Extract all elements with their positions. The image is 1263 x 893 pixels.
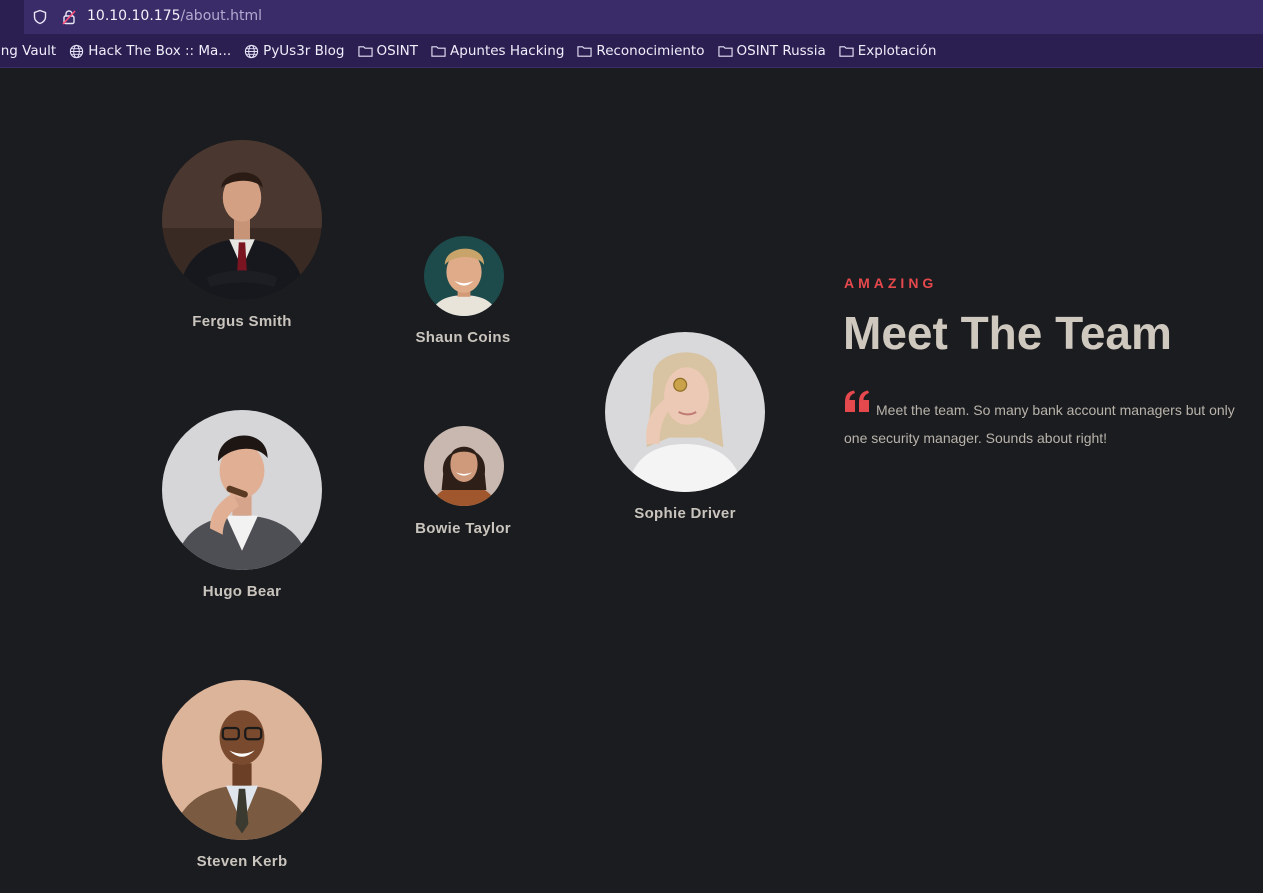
lock-warning-icon[interactable] (61, 9, 77, 25)
bookmark-label: Explotación (857, 43, 937, 59)
section-quote: Meet the team. So many bank account mana… (844, 402, 1235, 446)
section-title: Meet The Team (843, 307, 1172, 359)
folder-icon (717, 46, 733, 57)
team-member-name: Hugo Bear (202, 583, 282, 600)
folder-icon (431, 46, 446, 57)
bookmarks-toolbar: ing Vault Hack The Box :: Ma... PyUs3r B… (0, 38, 1263, 64)
team-member-name: Shaun Coins (415, 329, 511, 346)
folder-icon (577, 46, 593, 57)
bookmark-label: OSINT (376, 43, 419, 59)
url-host: 10.10.10.175 (87, 8, 181, 24)
bookmark-folder[interactable]: Apuntes Hacking (431, 43, 564, 59)
team-member-photo-bowie (424, 426, 504, 506)
bookmark-label: ing Vault (0, 43, 57, 59)
person-photo (605, 332, 765, 492)
globe-icon (70, 44, 84, 58)
bookmark-folder[interactable]: OSINT (357, 43, 419, 59)
bookmark-item[interactable]: Hack The Box :: Ma... (69, 43, 231, 59)
bookmark-folder[interactable]: Explotación (839, 43, 937, 59)
team-member-name: Steven Kerb (196, 853, 288, 870)
bookmark-label: Hack The Box :: Ma... (88, 43, 232, 59)
bookmark-item[interactable]: PyUs3r Blog (244, 43, 345, 59)
team-member-name: Fergus Smith (192, 313, 292, 330)
folder-icon (839, 46, 854, 57)
team-member-name: Bowie Taylor (415, 520, 511, 537)
folder-icon (357, 46, 373, 57)
person-photo (162, 680, 322, 840)
person-photo (424, 236, 504, 316)
team-member-photo-shaun (424, 236, 504, 316)
team-member-photo-steven (162, 680, 322, 840)
globe-icon (245, 44, 259, 58)
bookmark-label: Apuntes Hacking (450, 43, 565, 59)
browser-chrome: 10.10.10.175/about.html ing Vault Hack T… (0, 0, 1263, 68)
bookmark-label: OSINT Russia (736, 43, 826, 59)
section-eyebrow: AMAZING (844, 275, 938, 291)
person-photo (162, 410, 322, 570)
person-photo (162, 140, 322, 300)
team-member-photo-hugo (162, 410, 322, 570)
url-text[interactable]: 10.10.10.175/about.html (87, 8, 262, 24)
url-path: /about.html (180, 8, 262, 24)
team-member-name: Sophie Driver (634, 505, 736, 522)
bookmark-label: PyUs3r Blog (263, 43, 345, 59)
bookmark-item[interactable]: ing Vault (0, 43, 56, 59)
bookmark-folder[interactable]: Reconocimiento (577, 43, 705, 59)
bookmark-label: Reconocimiento (596, 43, 705, 59)
shield-icon[interactable] (32, 9, 48, 25)
address-bar[interactable]: 10.10.10.175/about.html (24, 0, 1263, 34)
person-photo (424, 426, 504, 506)
team-member-photo-fergus (162, 140, 322, 300)
bookmark-folder[interactable]: OSINT Russia (717, 43, 826, 59)
team-member-photo-sophie (605, 332, 765, 492)
